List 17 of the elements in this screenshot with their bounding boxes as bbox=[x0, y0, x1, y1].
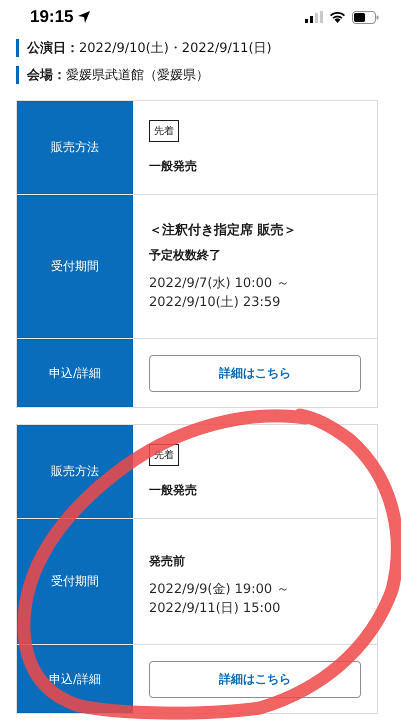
details-button[interactable]: 詳細はこちら bbox=[149, 354, 361, 392]
status-time: 19:15 bbox=[30, 7, 74, 27]
sale-status: 予定枚数終了 bbox=[149, 247, 222, 264]
event-info: 公演日：2022/9/10(土)・2022/9/11(日) bbox=[27, 40, 272, 57]
event-info: 会場：愛媛県武道館（愛媛県） bbox=[27, 67, 209, 84]
row-header: 販売方法 bbox=[16, 100, 133, 194]
tag: 先着 bbox=[149, 120, 179, 142]
seat-title: ＜注釈付き指定席 販売＞ bbox=[149, 222, 298, 239]
period-dates: 2022/9/7(水) 10:00 ～ 2022/9/10(土) 23:59 bbox=[149, 275, 290, 312]
row-header: 受付期間 bbox=[16, 194, 133, 338]
row-header: 申込/詳細 bbox=[16, 338, 133, 408]
tag: 先着 bbox=[149, 444, 179, 466]
sale-status: 発売前 bbox=[149, 553, 186, 570]
period-dates: 2022/9/9(金) 19:00 ～ 2022/9/11(日) 15:00 bbox=[149, 581, 290, 618]
sale-type: 一般発売 bbox=[149, 158, 198, 175]
sale-type: 一般発売 bbox=[149, 482, 198, 499]
row-header: 販売方法 bbox=[16, 424, 133, 518]
